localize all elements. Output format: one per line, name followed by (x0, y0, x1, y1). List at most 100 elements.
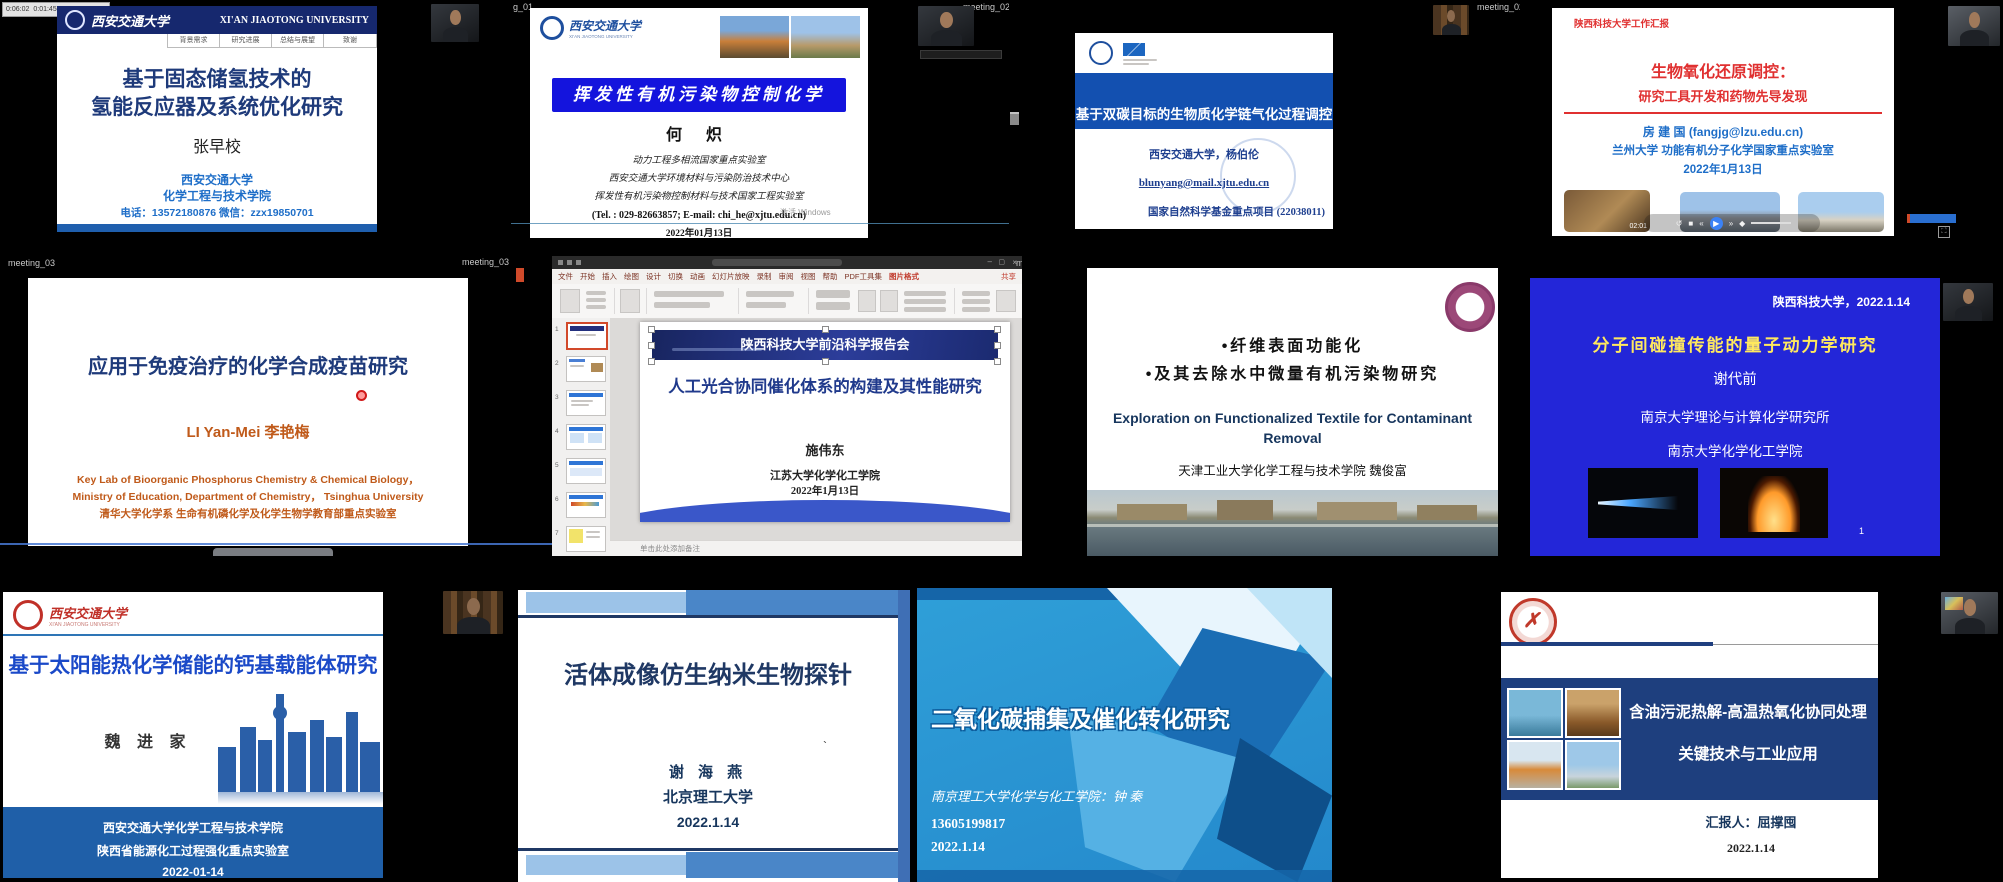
slide6-banner[interactable]: 陕西科技大学前沿科学报告会 (652, 330, 998, 360)
tab-review[interactable]: 审阅 (779, 271, 794, 282)
meeting-control-pill[interactable] (213, 548, 333, 556)
photo-building (1507, 740, 1563, 790)
rotate-icon[interactable]: ↺ (1676, 219, 1683, 228)
slide-thumbnail-3[interactable] (566, 390, 606, 416)
shape-effects-button[interactable] (904, 307, 946, 312)
slide9-org2: 陕西省能源化工过程强化重点实验室 (3, 842, 383, 859)
slide-thumbnail-5[interactable] (566, 458, 606, 484)
participant-body (1442, 24, 1461, 35)
search-bar[interactable] (712, 259, 842, 266)
slide-thumbnail-6[interactable] (566, 492, 606, 518)
selection-handle[interactable] (648, 358, 655, 365)
taskbar-icon[interactable] (1010, 112, 1019, 125)
ribbon-divider (954, 288, 955, 314)
format-painter-button[interactable] (586, 305, 606, 309)
mini-player-strip[interactable] (920, 50, 1002, 59)
new-slide-button[interactable] (620, 289, 640, 313)
copy-button[interactable] (586, 298, 606, 302)
fast-forward-icon[interactable]: » (1729, 219, 1733, 228)
selection-handle[interactable] (994, 326, 1001, 333)
paragraph-buttons[interactable] (746, 291, 794, 297)
powerpoint-icon[interactable] (516, 268, 524, 282)
shapes-gallery-row2[interactable] (816, 302, 850, 310)
find-button[interactable] (962, 291, 990, 296)
share-button[interactable]: 共享 (1001, 271, 1016, 282)
selection-handle[interactable] (648, 326, 655, 333)
slide-10: 活体成像仿生纳米生物探针 ` 谢 海 燕 北京理工大学 2022.1.14 (518, 590, 910, 882)
shapes-gallery[interactable] (816, 290, 850, 298)
webcam-thumbnail-4[interactable] (1948, 6, 2000, 46)
slide-3: 基于双碳目标的生物质化学链气化过程调控 西安交通大学，杨伯伦 blunyang@… (1075, 33, 1333, 229)
play-icon[interactable]: ▶ (1710, 217, 1723, 230)
bottom-divider (518, 848, 898, 851)
webcam-thumbnail-1[interactable] (431, 4, 479, 42)
font-selector[interactable] (654, 291, 724, 297)
selection-handle[interactable] (648, 342, 655, 349)
tab-view[interactable]: 视图 (801, 271, 816, 282)
replace-button[interactable] (962, 299, 990, 304)
thumb-number-6: 6 (555, 496, 559, 503)
minimize-icon[interactable]: – (988, 257, 992, 266)
screen-share-tile-8: 陕西科技大学，2022.1.14 分子间碰撞传能的量子动力学研究 谢代前 南京大… (1520, 256, 2003, 556)
selection-handle[interactable] (994, 358, 1001, 365)
maximize-icon[interactable]: ▢ (998, 258, 1005, 266)
tab-slideshow[interactable]: 幻灯片放映 (712, 271, 750, 282)
tiangong-university-seal (1445, 282, 1495, 332)
webcam-thumbnail-3[interactable] (1433, 5, 1469, 35)
tab-help[interactable]: 帮助 (823, 271, 838, 282)
tab-transitions[interactable]: 切换 (668, 271, 683, 282)
webcam-thumbnail-8[interactable] (1943, 283, 1993, 321)
slide-thumbnail-2[interactable] (566, 356, 606, 382)
ribbon-divider (614, 288, 615, 314)
slide2-presenter: 何 炽 (530, 127, 868, 145)
undo-icon[interactable] (567, 260, 572, 265)
cut-button[interactable] (586, 291, 606, 295)
floating-toolbar[interactable] (1907, 214, 1956, 223)
quick-styles-button[interactable] (880, 290, 898, 312)
slide-thumbnail-4[interactable] (566, 424, 606, 450)
screen-share-tile-7: •纤维表面功能化 •及其去除水中微量有机污染物研究 Exploration on… (1080, 256, 1500, 556)
rewind-icon[interactable]: « (1699, 219, 1703, 228)
slide9-logo-block: 西安交通大学 XI'AN JIAOTONG UNIVERSITY (13, 600, 127, 630)
tab-file[interactable]: 文件 (558, 271, 573, 282)
slide7-bullet1: •纤维表面功能化 (1087, 338, 1498, 356)
progress-bar[interactable] (1751, 222, 1791, 224)
shape-fill-button[interactable] (904, 291, 946, 296)
expand-icon[interactable]: ⛶ (1938, 226, 1950, 238)
selection-handle[interactable] (822, 358, 829, 365)
slide12-date: 2022.1.14 (1631, 842, 1871, 856)
save-icon[interactable] (558, 260, 563, 265)
arrange-button[interactable] (858, 290, 876, 312)
ppt-title-bar[interactable]: – ▢ × (552, 256, 1022, 269)
webcam-thumbnail-9[interactable] (443, 591, 503, 634)
designer-button[interactable] (996, 290, 1016, 312)
slide6-presenter: 施伟东 (640, 444, 1010, 459)
slide11-title: 二氧化碳捕集及催化转化研究 (931, 706, 1230, 732)
select-button[interactable] (962, 307, 990, 312)
webcam-thumbnail-12[interactable] (1941, 592, 1998, 634)
slide1-title-line2: 氢能反应器及系统优化研究 (57, 96, 377, 120)
selection-handle[interactable] (822, 326, 829, 333)
tab-animations[interactable]: 动画 (690, 271, 705, 282)
ppt-notes-bar[interactable]: 单击此处添加备注 (610, 540, 1022, 556)
stop-icon[interactable]: ■ (1688, 219, 1693, 228)
tab-pdf-tools[interactable]: PDF工具集 (845, 271, 883, 282)
tab-home[interactable]: 开始 (580, 271, 595, 282)
slide-thumbnail-7[interactable] (566, 526, 606, 552)
tab-record[interactable]: 录制 (757, 271, 772, 282)
screen-share-tile-5: meeting_03 meeting_03 应用于免疫治疗的化学合成疫苗研究 L… (0, 256, 552, 556)
selection-handle[interactable] (994, 342, 1001, 349)
tab-picture-format[interactable]: 图片格式 (889, 271, 919, 282)
webcam-thumbnail-2[interactable] (918, 6, 974, 46)
slide-thumbnail-1[interactable] (566, 322, 608, 350)
volume-icon[interactable]: ◆ (1739, 219, 1745, 228)
slide2-date: 2022年01月13日 (530, 229, 868, 238)
shape-outline-button[interactable] (904, 299, 946, 304)
tab-draw[interactable]: 绘图 (624, 271, 639, 282)
tab-insert[interactable]: 插入 (602, 271, 617, 282)
redo-icon[interactable] (576, 260, 581, 265)
paste-button[interactable] (560, 289, 580, 313)
list-buttons[interactable] (746, 302, 786, 308)
font-style-buttons[interactable] (654, 302, 710, 308)
tab-design[interactable]: 设计 (646, 271, 661, 282)
